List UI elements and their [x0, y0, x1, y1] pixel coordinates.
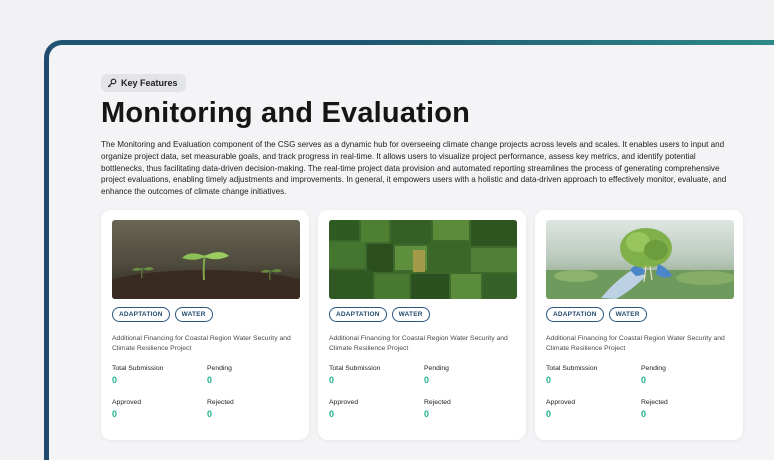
pending-stat: Pending 0 [424, 365, 449, 385]
rejected-stat: Rejected 0 [641, 399, 668, 419]
seedling-photo [112, 220, 300, 299]
stat-value: 0 [424, 375, 430, 385]
stat-value: 0 [641, 375, 647, 385]
approved-stat: Approved 0 [112, 399, 141, 419]
stat-label: Rejected [641, 399, 668, 406]
stat-label: Pending [641, 365, 666, 372]
stat-label: Approved [546, 399, 576, 406]
total-submission-stat: Total Submission 0 [546, 365, 597, 385]
stat-label: Total Submission [112, 365, 164, 372]
stat-value: 0 [329, 409, 335, 419]
tag-adaptation[interactable]: ADAPTATION [329, 307, 387, 322]
stat-label: Pending [424, 365, 449, 372]
stat-value: 0 [424, 409, 430, 419]
total-submission-stat: Total Submission 0 [329, 365, 380, 385]
project-card[interactable]: ADAPTATION WATER Additional Financing fo… [318, 210, 526, 440]
stat-value: 0 [207, 375, 213, 385]
pending-stat: Pending 0 [207, 365, 232, 385]
stat-label: Pending [207, 365, 232, 372]
stat-label: Approved [112, 399, 142, 406]
project-card[interactable]: ADAPTATION WATER Additional Financing fo… [535, 210, 743, 440]
tag-water[interactable]: WATER [174, 307, 213, 322]
project-title: Additional Financing for Coastal Region … [112, 335, 291, 352]
project-title: Additional Financing for Coastal Region … [329, 335, 508, 352]
tag-adaptation[interactable]: ADAPTATION [112, 307, 170, 322]
tag-adaptation[interactable]: ADAPTATION [546, 307, 604, 322]
stat-label: Total Submission [329, 365, 381, 372]
key-features-badge: Key Features [101, 74, 186, 92]
tag-water[interactable]: WATER [391, 307, 430, 322]
stat-value: 0 [546, 409, 552, 419]
total-submission-stat: Total Submission 0 [112, 365, 163, 385]
stat-label: Total Submission [546, 365, 598, 372]
stat-value: 0 [329, 375, 335, 385]
badge-label: Key Features [121, 78, 178, 88]
stat-value: 0 [112, 409, 118, 419]
project-title: Additional Financing for Coastal Region … [546, 335, 725, 352]
approved-stat: Approved 0 [546, 399, 575, 419]
stat-label: Rejected [424, 399, 451, 406]
rejected-stat: Rejected 0 [424, 399, 451, 419]
page-description: The Monitoring and Evaluation component … [101, 140, 727, 197]
rejected-stat: Rejected 0 [207, 399, 234, 419]
pending-stat: Pending 0 [641, 365, 666, 385]
hydroponic-lettuce-photo [546, 220, 734, 299]
stat-value: 0 [207, 409, 213, 419]
project-card[interactable]: ADAPTATION WATER Additional Financing fo… [101, 210, 309, 440]
stat-value: 0 [546, 375, 552, 385]
stat-label: Rejected [207, 399, 234, 406]
key-icon [107, 78, 117, 88]
stat-value: 0 [112, 375, 118, 385]
page-title: Monitoring and Evaluation [101, 97, 471, 129]
aerial-farmland-photo [329, 220, 517, 299]
tag-water[interactable]: WATER [608, 307, 647, 322]
stat-value: 0 [641, 409, 647, 419]
stat-label: Approved [329, 399, 359, 406]
approved-stat: Approved 0 [329, 399, 358, 419]
